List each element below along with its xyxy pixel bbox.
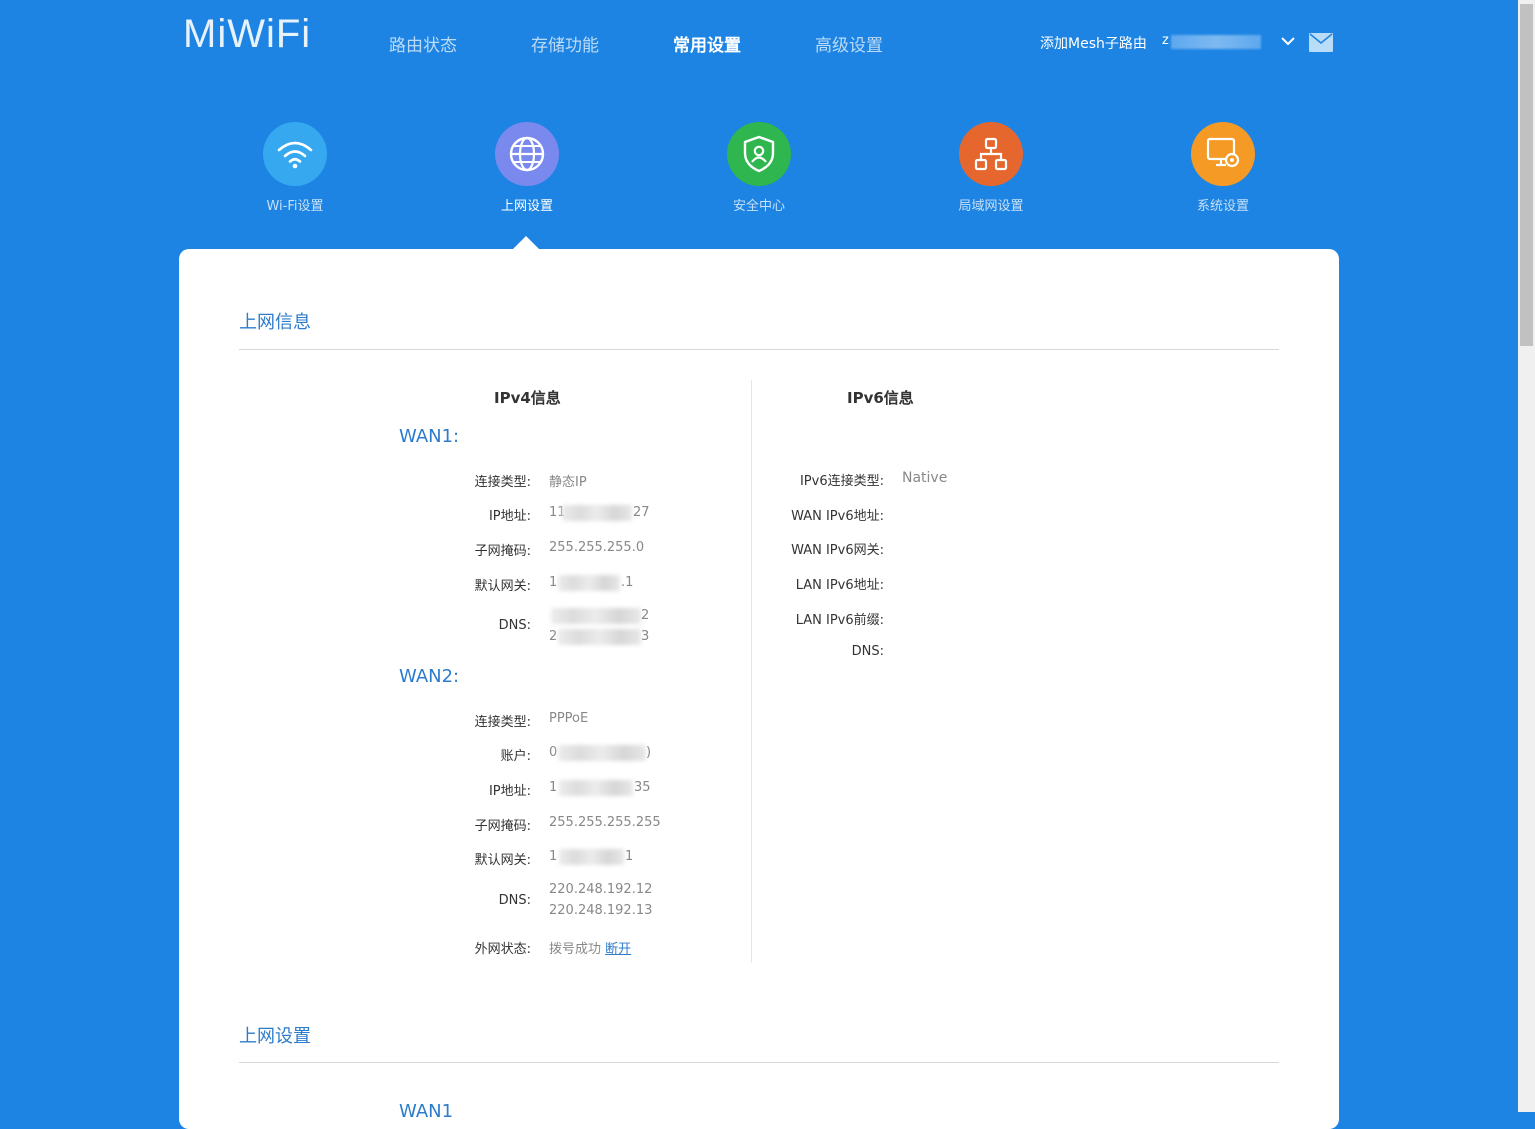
wan1-dns2-value-end: 3 — [641, 629, 650, 644]
wan2-ip-value-end: 35 — [634, 780, 651, 795]
quick-nav-label: 局域网设置 — [958, 199, 1024, 214]
nav-advanced-settings[interactable]: 高级设置 — [815, 31, 883, 56]
chevron-down-icon[interactable] — [1280, 35, 1296, 47]
wan1-dns2-redacted — [558, 629, 641, 645]
wan1-dns2-value: 2 — [549, 629, 558, 644]
lan-ipv6-address-label: LAN IPv6地址: — [795, 578, 884, 593]
scrollbar-thumb[interactable] — [1520, 4, 1533, 346]
wan1-gateway-value: 1 — [549, 575, 558, 590]
wan2-gateway-redacted — [559, 849, 624, 865]
wan1-subnet-value: 255.255.255.0 — [549, 540, 645, 555]
wan1-dns-label: DNS: — [498, 618, 531, 633]
wan2-gateway-label: 默认网关: — [474, 853, 531, 868]
quick-nav-label: Wi-Fi设置 — [266, 199, 324, 214]
add-mesh-link[interactable]: 添加Mesh子路由 — [1040, 33, 1147, 53]
quick-nav-lan[interactable]: 局域网设置 — [921, 122, 1061, 214]
nav-router-status[interactable]: 路由状态 — [389, 31, 457, 56]
wan2-status-text: 拨号成功 — [549, 942, 602, 957]
wan2-dns1-value: 220.248.192.12 — [549, 882, 653, 897]
wifi-icon[interactable] — [263, 122, 327, 186]
wan2-subnet-value: 255.255.255.255 — [549, 815, 661, 830]
wan1-gateway-redacted — [558, 575, 620, 591]
wan2-status-value: 拨号成功 断开 — [549, 938, 631, 957]
wan2-account-value: 0 — [549, 745, 558, 760]
wan2-ip-value: 1 — [549, 780, 558, 795]
wan2-gateway-value-end: 1 — [625, 849, 634, 864]
section-divider — [239, 349, 1279, 350]
nav-common-settings[interactable]: 常用设置 — [673, 31, 741, 56]
wan1-ip-redacted — [562, 505, 632, 521]
disconnect-link[interactable]: 断开 — [605, 942, 631, 957]
wan2-account-label: 账户: — [500, 749, 531, 764]
mail-icon[interactable] — [1309, 33, 1333, 52]
column-divider — [751, 380, 752, 963]
section-title-internet-settings: 上网设置 — [239, 1026, 311, 1047]
wan1-dns1-redacted — [551, 608, 641, 624]
wan2-status-label: 外网状态: — [474, 942, 531, 957]
wan1-heading: WAN1: — [399, 426, 460, 447]
wan1-conn-type-label: 连接类型: — [474, 475, 531, 490]
wan1-gateway-label: 默认网关: — [474, 579, 531, 594]
quick-nav-label: 安全中心 — [732, 199, 785, 214]
quick-nav-wifi[interactable]: Wi-Fi设置 — [225, 122, 365, 214]
wan2-conn-type-label: 连接类型: — [474, 715, 531, 730]
wan1-ip-value-end: 27 — [633, 505, 650, 520]
wan2-heading: WAN2: — [399, 666, 460, 687]
wan2-account-value-end: ) — [646, 745, 652, 760]
wan2-conn-type-value: PPPoE — [549, 711, 589, 726]
wan2-account-redacted — [558, 745, 646, 761]
wan-ipv6-address-label: WAN IPv6地址: — [791, 509, 884, 524]
section-divider — [239, 1062, 1279, 1063]
lan-ipv6-prefix-label: LAN IPv6前缀: — [795, 613, 884, 628]
wan1-conn-type-value: 静态IP — [549, 475, 587, 490]
wan-ipv6-gateway-label: WAN IPv6网关: — [791, 543, 884, 558]
ipv6-info-heading: IPv6信息 — [847, 389, 914, 407]
quick-nav-internet[interactable]: 上网设置 — [457, 122, 597, 214]
quick-nav-label: 上网设置 — [500, 199, 553, 214]
wan2-gateway-value: 1 — [549, 849, 558, 864]
quick-nav-security[interactable]: 安全中心 — [689, 122, 829, 214]
wan2-subnet-label: 子网掩码: — [474, 819, 531, 834]
wan2-ip-label: IP地址: — [488, 784, 531, 799]
device-name[interactable]: z — [1162, 33, 1169, 48]
device-name-redacted — [1171, 35, 1261, 49]
wan2-dns-label: DNS: — [498, 893, 531, 908]
wan1-dns1-value-end: 2 — [641, 608, 650, 623]
quick-nav-label: 系统设置 — [1196, 199, 1249, 214]
ipv6-dns-label: DNS: — [851, 644, 884, 659]
miwifi-logo[interactable]: MiWiFi — [183, 12, 311, 57]
wan2-ip-redacted — [559, 780, 633, 796]
globe-icon[interactable] — [495, 122, 559, 186]
lan-network-icon[interactable] — [959, 122, 1023, 186]
system-settings-icon[interactable] — [1191, 122, 1255, 186]
wan1-subnet-label: 子网掩码: — [474, 544, 531, 559]
active-tab-pointer — [513, 236, 539, 249]
top-nav: MiWiFi 路由状态 存储功能 常用设置 高级设置 添加Mesh子路由 z — [0, 0, 1518, 85]
section-title-internet-info: 上网信息 — [239, 312, 311, 333]
nav-storage[interactable]: 存储功能 — [531, 31, 599, 56]
ipv6-conn-type-value: Native — [902, 470, 948, 486]
wan1-gateway-value-end: .1 — [621, 575, 634, 590]
wan2-dns2-value: 220.248.192.13 — [549, 903, 653, 918]
quick-nav-system[interactable]: 系统设置 — [1153, 122, 1293, 214]
shield-icon[interactable] — [727, 122, 791, 186]
ipv6-conn-type-label: IPv6连接类型: — [799, 474, 884, 489]
ipv4-info-heading: IPv4信息 — [494, 389, 561, 407]
vertical-scrollbar[interactable] — [1518, 0, 1535, 1112]
wan1-ip-label: IP地址: — [488, 509, 531, 524]
content-panel: 上网信息 IPv4信息 WAN1: 连接类型: 静态IP IP地址: 1 1 27… — [179, 249, 1339, 1129]
